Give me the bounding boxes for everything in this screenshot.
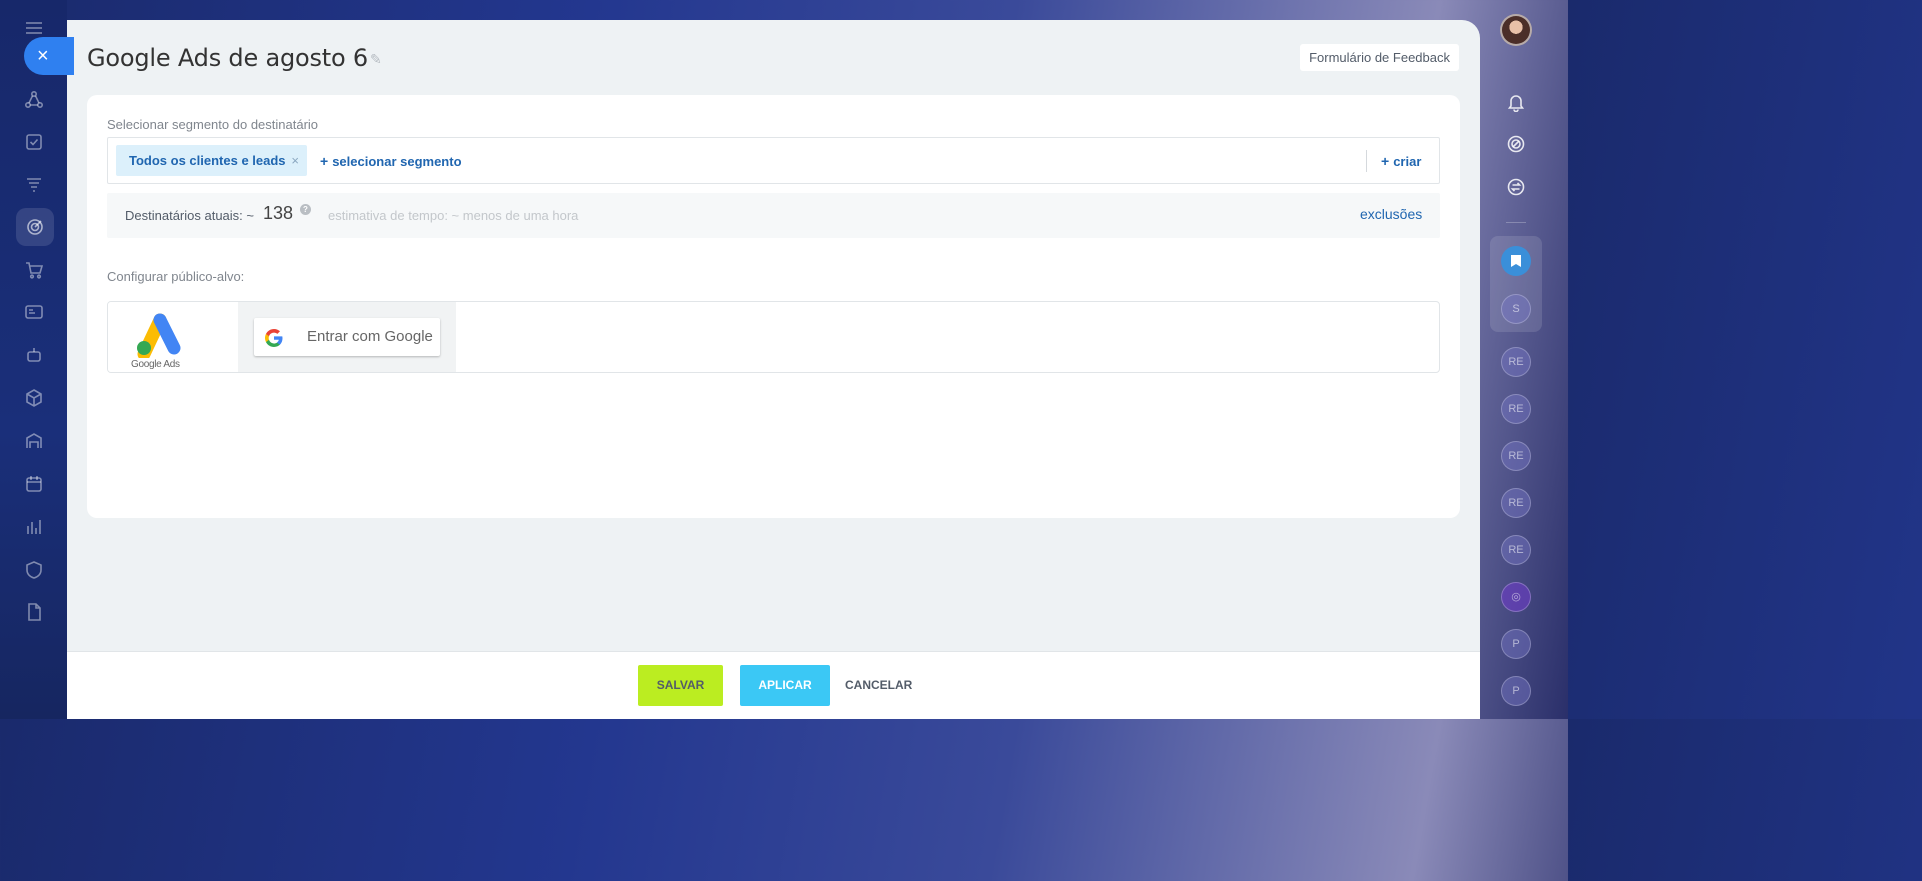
remove-chip-icon[interactable]: ×	[291, 145, 299, 176]
signin-zone: Entrar com Google	[238, 302, 456, 372]
target-icon[interactable]	[1500, 128, 1532, 160]
help-icon[interactable]: ?	[300, 204, 311, 215]
box-icon[interactable]	[22, 386, 46, 410]
cancel-button[interactable]: CANCELAR	[845, 665, 912, 706]
left-sidebar	[0, 0, 67, 719]
chat-avatar[interactable]: RE	[1501, 488, 1531, 518]
robot-icon[interactable]	[22, 343, 46, 367]
settings-card: Selecionar segmento do destinatário Todo…	[87, 95, 1460, 518]
shield-icon[interactable]	[22, 558, 46, 582]
menu-icon[interactable]	[26, 22, 42, 34]
document-icon[interactable]	[22, 600, 46, 624]
create-label: criar	[1393, 154, 1422, 169]
chat-avatar[interactable]: RE	[1501, 441, 1531, 471]
google-ads-caption: Google Ads	[131, 359, 180, 370]
plus-icon: +	[1381, 153, 1390, 169]
chat-avatar[interactable]: RE	[1501, 347, 1531, 377]
contact-card-icon[interactable]	[22, 300, 46, 324]
feedback-form-button[interactable]: Formulário de Feedback	[1300, 44, 1459, 71]
sync-icon[interactable]	[1500, 171, 1532, 203]
time-estimate: estimativa de tempo: ~ menos de uma hora	[328, 208, 579, 223]
segment-chip-label: Todos os clientes e leads	[129, 153, 286, 168]
recipients-bar: Destinatários atuais: ~ 138 ? estimativa…	[107, 193, 1440, 238]
segment-label: Selecionar segmento do destinatário	[107, 117, 319, 132]
bell-icon[interactable]	[1500, 86, 1532, 118]
pencil-icon[interactable]: ✎	[370, 51, 382, 68]
divider	[1366, 150, 1367, 172]
sitemap-icon[interactable]	[22, 88, 46, 112]
exclusions-link[interactable]: exclusões	[1360, 206, 1440, 222]
main-panel: Google Ads de agosto 6 ✎ Formulário de F…	[67, 20, 1480, 719]
calendar-icon[interactable]	[22, 472, 46, 496]
google-g-icon	[265, 329, 283, 347]
plus-icon: +	[320, 153, 329, 169]
openlines-icon[interactable]: ◎	[1501, 582, 1531, 612]
google-signin-label: Entrar com Google	[307, 328, 433, 345]
avatar[interactable]	[1500, 14, 1532, 46]
close-icon: ×	[37, 45, 49, 67]
recipients-count: 138	[263, 203, 294, 223]
divider	[1506, 222, 1526, 223]
recipients-label: Destinatários atuais: ~	[125, 208, 254, 223]
tasks-icon[interactable]	[22, 130, 46, 154]
google-ads-connector: Google Ads Entrar com Google	[107, 301, 1440, 373]
page-title: Google Ads de agosto 6	[87, 44, 368, 72]
save-button[interactable]: SALVAR	[638, 665, 723, 706]
chat-avatar[interactable]: RE	[1501, 535, 1531, 565]
google-ads-logo: Google Ads	[108, 302, 238, 372]
segment-chip[interactable]: Todos os clientes e leads ×	[116, 145, 307, 176]
funnel-icon[interactable]	[22, 173, 46, 197]
google-signin-button[interactable]: Entrar com Google	[254, 318, 440, 356]
bookmark-icon[interactable]	[1501, 246, 1531, 276]
target-icon[interactable]	[16, 208, 54, 246]
chat-avatar[interactable]: P	[1501, 629, 1531, 659]
create-segment-link[interactable]: + criar	[1381, 153, 1421, 169]
apply-button[interactable]: APLICAR	[740, 665, 830, 706]
segment-selector[interactable]: Todos os clientes e leads × + selecionar …	[107, 137, 1440, 184]
chat-avatar[interactable]: S	[1501, 294, 1531, 324]
cart-icon[interactable]	[22, 258, 46, 282]
footer-bar: SALVAR APLICAR CANCELAR	[67, 651, 1480, 719]
right-rail: S RE RE RE RE RE ◎ P P	[1480, 0, 1568, 719]
select-segment-label: selecionar segmento	[332, 154, 462, 169]
chart-icon[interactable]	[22, 515, 46, 539]
chat-avatar[interactable]: RE	[1501, 394, 1531, 424]
chat-avatar[interactable]: P	[1501, 676, 1531, 706]
audience-label: Configurar público-alvo:	[107, 269, 245, 284]
close-button[interactable]: ×	[24, 37, 74, 75]
warehouse-icon[interactable]	[22, 429, 46, 453]
select-segment-link[interactable]: + selecionar segmento	[320, 153, 462, 169]
